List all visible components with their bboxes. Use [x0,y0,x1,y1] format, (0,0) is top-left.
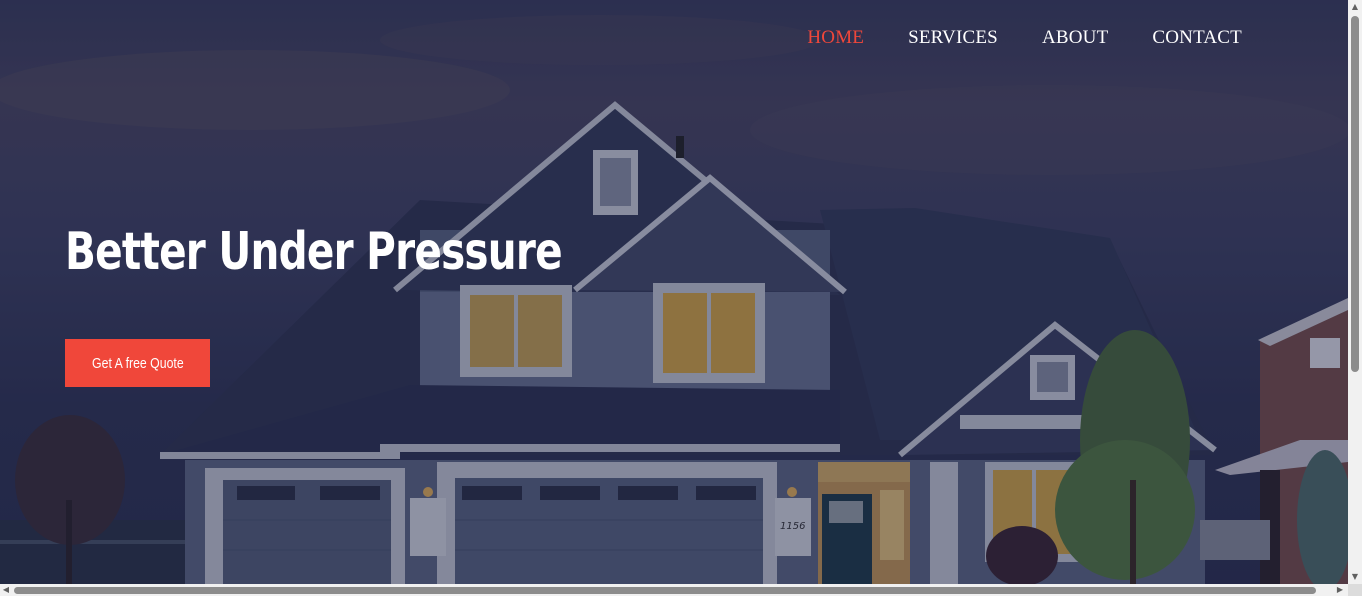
nav-home-link[interactable]: HOME [807,27,864,49]
main-nav: HOME SERVICES ABOUT CONTACT [807,27,1242,49]
triangle-left-icon[interactable]: ◀ [0,584,12,596]
nav-contact-link[interactable]: CONTACT [1152,27,1242,49]
nav-about-link[interactable]: ABOUT [1042,27,1108,49]
hero-overlay [0,0,1348,584]
vertical-scrollbar[interactable]: ▲ ▼ [1348,0,1362,584]
horizontal-scroll-thumb[interactable] [14,587,1316,594]
get-quote-label: Get A free Quote [91,354,184,372]
hero-headline: Better Under Pressure [65,222,563,282]
get-quote-button[interactable]: Get A free Quote [65,339,210,387]
triangle-up-icon[interactable]: ▲ [1348,0,1362,14]
nav-services-link[interactable]: SERVICES [908,27,998,49]
vertical-scroll-thumb[interactable] [1351,16,1359,372]
triangle-down-icon[interactable]: ▼ [1348,570,1362,584]
triangle-right-icon[interactable]: ▶ [1334,584,1346,596]
hero-section: 1156 HOME SERVICES ABOUT CONTACT Better … [0,0,1348,584]
scrollbar-corner [1348,584,1362,596]
horizontal-scrollbar[interactable]: ◀ ▶ [0,584,1348,596]
